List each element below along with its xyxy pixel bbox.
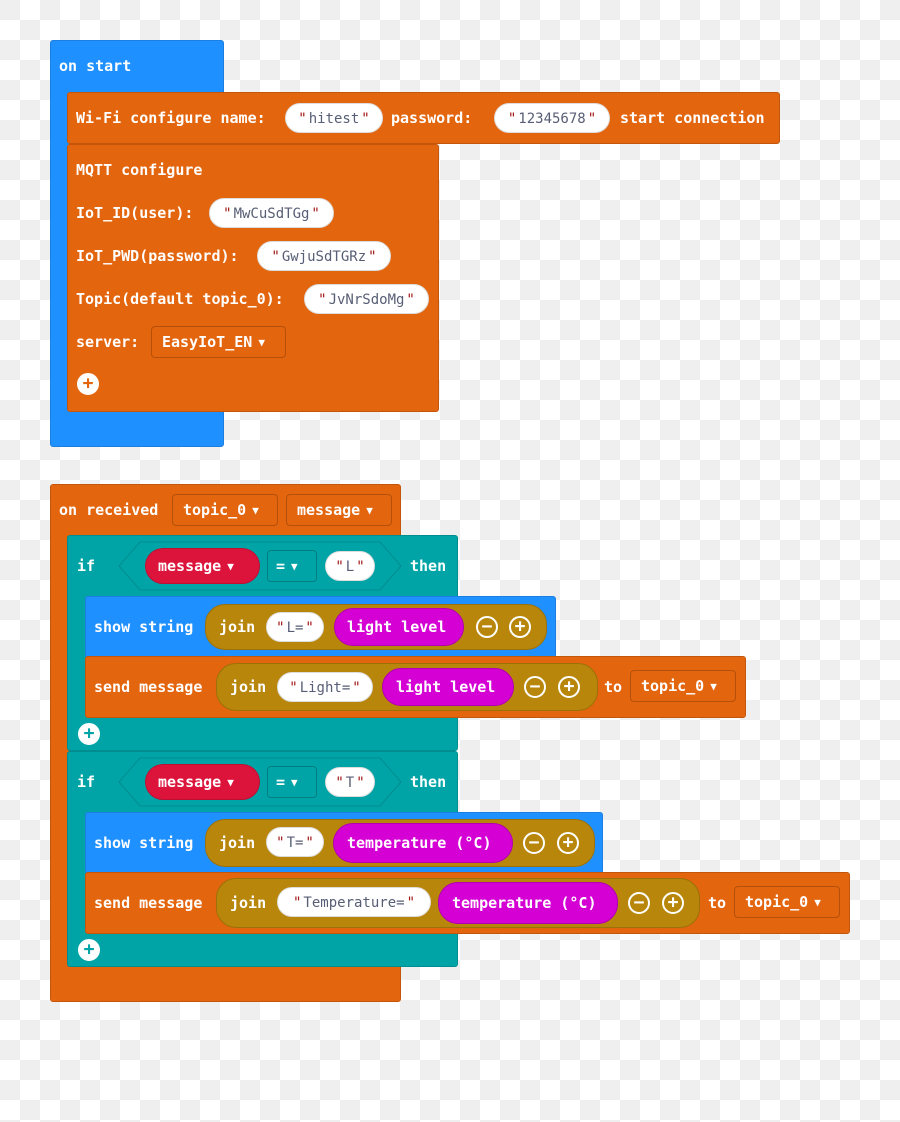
minus-circle-icon[interactable]: − — [476, 616, 498, 638]
join-label-2: join — [230, 678, 267, 696]
light-level-label-1: light level — [347, 618, 447, 636]
minus-circle-icon[interactable]: − — [628, 892, 650, 914]
operator-dropdown-1[interactable]: = ▼ — [267, 550, 317, 582]
server-label: server: — [76, 333, 140, 351]
join-text-input-4[interactable]: Temperature= — [277, 887, 431, 917]
server-dropdown[interactable]: EasyIoT_EN ▼ — [151, 326, 286, 358]
topic-label: Topic(default topic_0): — [76, 290, 284, 308]
plus-circle-icon[interactable]: + — [558, 676, 580, 698]
to-label-2: to — [708, 894, 727, 912]
send-message-label-1: send message — [94, 678, 203, 696]
caret-down-icon: ▼ — [252, 504, 259, 517]
plus-circle-icon[interactable]: + — [557, 832, 579, 854]
iot-pwd-label: IoT_PWD(password): — [76, 247, 239, 265]
wifi-password-label: password: — [391, 109, 473, 127]
to-label-1: to — [604, 678, 623, 696]
send-message-label-2: send message — [94, 894, 203, 912]
caret-down-icon: ▼ — [710, 680, 717, 693]
caret-down-icon: ▼ — [291, 560, 298, 573]
if-label-2: if — [77, 773, 96, 791]
caret-down-icon: ▼ — [291, 776, 298, 789]
join-text-input-3[interactable]: T= — [266, 827, 324, 857]
send-topic-dropdown-1[interactable]: topic_0 ▼ — [630, 670, 736, 702]
caret-down-icon: ▼ — [227, 776, 234, 789]
message-variable-label-1: message ▼ — [158, 557, 234, 575]
show-string-label-1: show string — [94, 618, 194, 636]
compare-value-input-2[interactable]: T — [325, 767, 375, 797]
plus-circle-icon[interactable]: + — [78, 939, 100, 961]
wifi-password-input[interactable]: 12345678 — [494, 103, 610, 133]
server-dropdown-value: EasyIoT_EN — [162, 333, 253, 351]
message-dropdown-value: message — [297, 501, 361, 519]
start-connection-label: start connection — [620, 109, 765, 127]
on-received-label: on received — [59, 501, 159, 519]
caret-down-icon: ▼ — [814, 896, 821, 909]
wifi-configure-label: Wi-Fi configure name: — [76, 109, 266, 127]
plus-circle-icon[interactable]: + — [78, 723, 100, 745]
message-variable-label-2: message ▼ — [158, 773, 234, 791]
compare-value-input-1[interactable]: L — [325, 551, 375, 581]
topic-dropdown-value: topic_0 — [183, 501, 247, 519]
then-label-1: then — [410, 557, 447, 575]
join-label-3: join — [219, 834, 256, 852]
send-topic-value-1: topic_0 — [641, 677, 705, 695]
plus-circle-icon[interactable]: + — [662, 892, 684, 914]
wifi-name-input[interactable]: hitest — [285, 103, 383, 133]
operator-value: = — [276, 773, 286, 791]
operator-dropdown-2[interactable]: = ▼ — [267, 766, 317, 798]
send-topic-value-2: topic_0 — [745, 893, 809, 911]
plus-circle-icon[interactable]: + — [77, 373, 99, 395]
join-label-1: join — [219, 618, 256, 636]
join-text-input-1[interactable]: L= — [266, 612, 324, 642]
minus-circle-icon[interactable]: − — [523, 832, 545, 854]
caret-down-icon: ▼ — [258, 336, 265, 349]
temperature-label-1: temperature (°C) — [347, 834, 492, 852]
message-dropdown[interactable]: message ▼ — [286, 494, 392, 526]
caret-down-icon: ▼ — [227, 560, 234, 573]
light-level-label-2: light level — [396, 678, 496, 696]
caret-down-icon: ▼ — [366, 504, 373, 517]
plus-circle-icon[interactable]: + — [509, 616, 531, 638]
join-label-4: join — [230, 894, 267, 912]
mqtt-configure-block[interactable] — [67, 144, 439, 412]
join-text-input-2[interactable]: Light= — [277, 672, 373, 702]
minus-circle-icon[interactable]: − — [524, 676, 546, 698]
show-string-label-2: show string — [94, 834, 194, 852]
send-topic-dropdown-2[interactable]: topic_0 ▼ — [734, 886, 840, 918]
iot-id-input[interactable]: MwCuSdTGg — [209, 198, 334, 228]
then-label-2: then — [410, 773, 447, 791]
if-label-1: if — [77, 557, 96, 575]
iot-pwd-input[interactable]: GwjuSdTGRz — [257, 241, 391, 271]
topic-input[interactable]: JvNrSdoMg — [304, 284, 429, 314]
operator-value: = — [276, 557, 286, 575]
temperature-label-2: temperature (°C) — [452, 894, 597, 912]
mqtt-configure-label: MQTT configure — [76, 161, 203, 179]
on-start-label: on start — [59, 57, 132, 75]
iot-id-label: IoT_ID(user): — [76, 204, 194, 222]
topic-dropdown[interactable]: topic_0 ▼ — [172, 494, 278, 526]
